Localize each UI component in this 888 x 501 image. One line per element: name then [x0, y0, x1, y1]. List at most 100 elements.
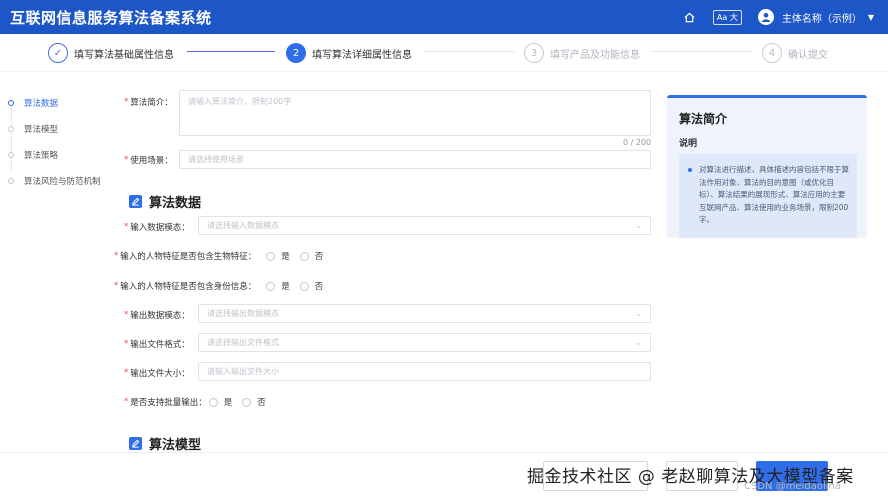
radio-icon [242, 397, 252, 407]
batch-output-label: 是否支持批量输出： [130, 398, 207, 408]
intro-label: 算法简介： [130, 98, 173, 108]
nav-dot-icon [8, 126, 14, 132]
chevron-down-icon: ⌄ [635, 337, 642, 347]
intro-placeholder: 请输入算法简介，限制200字 [188, 97, 292, 106]
radio-label: 是 [223, 398, 233, 408]
step-2[interactable]: 2 填写算法详细属性信息 [286, 43, 412, 63]
output-format-select[interactable]: 请选择输出文件格式 ⌄ [198, 333, 651, 352]
step-number: 2 [286, 43, 306, 63]
step-connector [187, 51, 275, 52]
step-4[interactable]: 4 确认提交 [762, 43, 828, 63]
sidebar-item-risk-prevention[interactable]: 算法风险与防范机制 [8, 168, 118, 194]
section-algorithm-data: 算法数据 [129, 192, 201, 211]
home-icon[interactable] [681, 8, 699, 26]
intro-row: * 算法简介： [124, 97, 173, 108]
output-size-row: * 输出文件大小： [124, 368, 190, 379]
output-format-label: 输出文件格式： [130, 340, 190, 350]
radio-label: 否 [314, 252, 324, 262]
step-progress: ✓ 填写算法基础属性信息 2 填写算法详细属性信息 3 填写产品及功能信息 4 … [0, 34, 888, 72]
identity-no-radio[interactable]: 否 [299, 280, 324, 292]
help-title: 算法简介 [679, 112, 728, 126]
radio-label: 否 [314, 282, 324, 292]
identity-row: * 输入的人物特征是否包含身份信息： 是 否 [114, 280, 324, 292]
watermark-subtext: CSDN @meidaolina [744, 481, 841, 492]
intro-char-counter: 0 / 200 [623, 138, 652, 147]
scene-placeholder: 请选择使用场景 [188, 155, 244, 164]
biometric-row: * 输入的人物特征是否包含生物特征： 是 否 [114, 250, 324, 262]
biometric-yes-radio[interactable]: 是 [266, 250, 290, 262]
chevron-down-icon: ⌄ [635, 220, 642, 230]
font-size-button[interactable]: Aa 大 [712, 9, 742, 25]
chevron-down-icon: ⌄ [635, 308, 642, 318]
input-mode-placeholder: 请选择输入数据模态 [207, 221, 279, 230]
top-right-tools: Aa 大 主体名称（示例） ▼ [681, 8, 888, 26]
scene-select[interactable]: 请选择使用场景 [179, 150, 651, 169]
identity-label: 输入的人物特征是否包含身份信息： [120, 282, 257, 292]
output-mode-placeholder: 请选择输出数据模态 [207, 309, 279, 318]
output-size-input[interactable]: 请输入输出文件大小 [198, 362, 651, 381]
step-number: 4 [762, 43, 782, 63]
output-mode-select[interactable]: 请选择输出数据模态 ⌄ [198, 304, 651, 323]
output-format-row: * 输出文件格式： [124, 339, 190, 350]
output-size-label: 输出文件大小： [130, 369, 190, 379]
pencil-icon [129, 195, 142, 208]
step-connector [425, 51, 515, 52]
batch-yes-radio[interactable]: 是 [208, 396, 233, 408]
radio-icon [299, 281, 309, 291]
input-mode-select[interactable]: 请选择输入数据模态 ⌄ [198, 216, 651, 235]
output-format-placeholder: 请选择输出文件格式 [207, 338, 279, 347]
step-label: 填写产品及功能信息 [550, 49, 640, 61]
scene-row: * 使用场景： [124, 155, 173, 166]
step-3[interactable]: 3 填写产品及功能信息 [524, 43, 640, 63]
biometric-label: 输入的人物特征是否包含生物特征： [120, 252, 257, 262]
sidebar-item-algorithm-data[interactable]: 算法数据 [8, 90, 118, 116]
radio-icon [299, 251, 309, 261]
intro-textarea[interactable]: 请输入算法简介，限制200字 [179, 90, 651, 136]
chevron-down-icon[interactable]: ▼ [868, 13, 874, 22]
radio-icon [266, 281, 276, 291]
biometric-no-radio[interactable]: 否 [299, 250, 324, 262]
sidebar-item-label: 算法数据 [24, 99, 59, 109]
top-bar: 互联网信息服务算法备案系统 Aa 大 主体名称（示例） ▼ [0, 0, 888, 34]
output-mode-label: 输出数据模态： [130, 311, 190, 321]
sidebar-item-label: 算法风险与防范机制 [24, 177, 101, 187]
app-title: 互联网信息服务算法备案系统 [10, 8, 212, 27]
pencil-icon [129, 437, 142, 450]
avatar[interactable] [757, 9, 774, 25]
input-mode-label: 输入数据模态： [130, 223, 190, 233]
step-1[interactable]: ✓ 填写算法基础属性信息 [48, 43, 174, 63]
section-algorithm-model: 算法模型 [129, 434, 201, 453]
nav-dot-icon [8, 178, 14, 184]
sidebar-item-label: 算法策略 [24, 151, 59, 161]
input-mode-row: * 输入数据模态： [124, 222, 190, 233]
radio-icon [208, 397, 218, 407]
nav-dot-icon [8, 100, 14, 106]
scene-label: 使用场景： [130, 156, 173, 166]
help-subtitle: 说明 [679, 139, 698, 149]
help-panel: 算法简介 说明 对算法进行描述，具体描述内容包括不限于算法作用对象、算法的目的意… [667, 95, 867, 238]
radio-label: 否 [257, 398, 266, 408]
step-number: 3 [524, 43, 544, 63]
sidebar-nav: 算法数据 算法模型 算法策略 算法风险与防范机制 [8, 90, 118, 194]
radio-label: 是 [281, 252, 290, 262]
output-mode-row: * 输出数据模态： [124, 310, 190, 321]
step-label: 确认提交 [788, 49, 828, 61]
check-icon: ✓ [48, 43, 68, 63]
help-description: 对算法进行描述，具体描述内容包括不限于算法作用对象、算法的目的意图（或优化目标）… [679, 154, 857, 238]
identity-yes-radio[interactable]: 是 [266, 280, 290, 292]
nav-dot-icon [8, 152, 14, 158]
output-size-placeholder: 请输入输出文件大小 [207, 367, 279, 376]
section-title: 算法数据 [149, 196, 202, 211]
sidebar-item-algorithm-model[interactable]: 算法模型 [8, 116, 118, 142]
step-connector [652, 51, 752, 52]
sidebar-item-algorithm-strategy[interactable]: 算法策略 [8, 142, 118, 168]
user-name[interactable]: 主体名称（示例） [782, 10, 862, 25]
batch-output-row: * 是否支持批量输出： 是 否 [124, 396, 266, 408]
radio-label: 是 [281, 282, 290, 292]
sidebar-item-label: 算法模型 [24, 125, 59, 135]
batch-no-radio[interactable]: 否 [242, 396, 266, 408]
step-label: 填写算法基础属性信息 [74, 49, 174, 61]
step-label: 填写算法详细属性信息 [312, 49, 412, 61]
section-title: 算法模型 [149, 438, 202, 453]
radio-icon [266, 251, 276, 261]
